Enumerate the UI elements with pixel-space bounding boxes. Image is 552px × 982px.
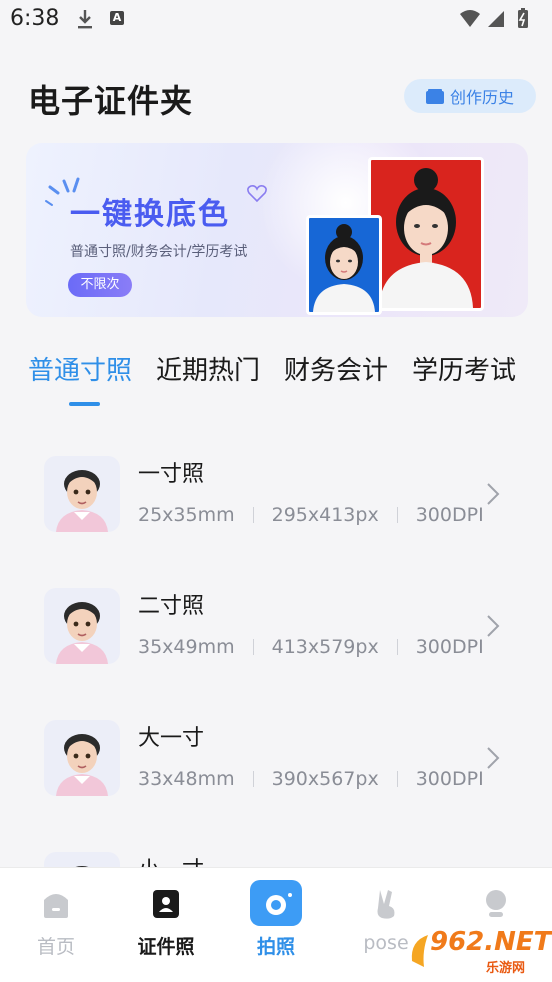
size-name: 二寸照 [138, 594, 205, 619]
divider [252, 771, 254, 787]
avatar [44, 456, 120, 532]
banner-title: 一键换底色 [70, 197, 230, 232]
size-name: 一寸照 [138, 462, 205, 487]
watermark-subtext: 乐游网 [486, 961, 526, 976]
photo-size-item-1inch[interactable]: 一寸照 25x35mm 295x413px 300DPI [0, 456, 552, 556]
site-watermark: 962.NET 乐游网 [408, 925, 552, 977]
size-specs: 25x35mm 295x413px 300DPI [138, 504, 484, 526]
pixel-size: 413x579px [271, 636, 379, 658]
active-tab-indicator [69, 402, 100, 406]
cartoon-boy-icon [56, 470, 108, 532]
camera-icon [266, 886, 292, 915]
pixel-size: 295x413px [271, 504, 379, 526]
size-specs: 33x48mm 390x567px 300DPI [138, 768, 484, 790]
chevron-right-icon [487, 483, 500, 505]
download-icon [78, 10, 92, 29]
physical-size: 25x35mm [138, 504, 235, 526]
category-tabs: 普通寸照 近期热门 财务会计 学历考试 [0, 350, 552, 410]
change-background-banner[interactable]: 一键换底色 普通寸照/财务会计/学历考试 不限次 [26, 143, 528, 317]
nav-camera-label: 拍照 [256, 936, 295, 958]
profile-icon [486, 890, 506, 917]
notification-a-icon: A [110, 11, 124, 25]
page-title: 电子证件夹 [28, 82, 194, 120]
photo-size-item-large-1inch[interactable]: 大一寸 33x48mm 390x567px 300DPI [0, 720, 552, 820]
nav-camera[interactable]: 拍照 [226, 868, 326, 982]
pixel-size: 390x567px [271, 768, 379, 790]
divider [396, 639, 398, 655]
red-background-portrait [368, 157, 484, 311]
chevron-right-icon [487, 747, 500, 769]
cartoon-boy-icon [56, 734, 108, 796]
size-specs: 35x49mm 413x579px 300DPI [138, 636, 484, 658]
tab-recent-popular[interactable]: 近期热门 [156, 350, 260, 387]
divider [396, 771, 398, 787]
dpi: 300DPI [415, 768, 484, 790]
divider [252, 639, 254, 655]
size-name: 大一寸 [138, 726, 205, 751]
tab-education-exam[interactable]: 学历考试 [412, 350, 516, 387]
avatar [44, 720, 120, 796]
creation-history-label: 创作历史 [449, 88, 514, 107]
status-time: 6:38 [10, 6, 60, 31]
nav-id-photo[interactable]: 证件照 [116, 868, 216, 982]
watermark-logo-icon [411, 935, 428, 967]
divider [396, 507, 398, 523]
nav-id-photo-label: 证件照 [137, 936, 195, 958]
physical-size: 35x49mm [138, 636, 235, 658]
blue-background-portrait [306, 215, 382, 315]
status-bar: 6:38 A [0, 0, 552, 40]
dpi: 300DPI [415, 504, 484, 526]
dpi: 300DPI [415, 636, 484, 658]
nav-home-label: 首页 [36, 936, 75, 958]
tab-regular-photo[interactable]: 普通寸照 [28, 350, 132, 387]
banner-subtitle: 普通寸照/财务会计/学历考试 [70, 244, 248, 260]
tab-finance-accounting[interactable]: 财务会计 [284, 350, 388, 387]
signal-battery-icons [460, 8, 528, 28]
camera-button[interactable] [250, 880, 302, 926]
physical-size: 33x48mm [138, 768, 235, 790]
cartoon-boy-icon [56, 602, 108, 664]
portrait-woman-icon [379, 168, 473, 308]
divider [252, 507, 254, 523]
creation-history-button[interactable]: 创作历史 [404, 79, 536, 113]
victory-hand-icon [377, 890, 395, 919]
folder-icon [425, 88, 444, 104]
home-icon [44, 894, 68, 918]
avatar [44, 588, 120, 664]
portrait-woman-small-icon [313, 224, 375, 312]
id-card-icon [153, 890, 179, 918]
chevron-right-icon [487, 615, 500, 637]
nav-home[interactable]: 首页 [6, 868, 106, 982]
watermark-text: 962.NET [430, 927, 552, 957]
photo-size-item-2inch[interactable]: 二寸照 35x49mm 413x579px 300DPI [0, 588, 552, 688]
unlimited-badge: 不限次 [68, 273, 132, 297]
heart-icon [247, 185, 267, 203]
